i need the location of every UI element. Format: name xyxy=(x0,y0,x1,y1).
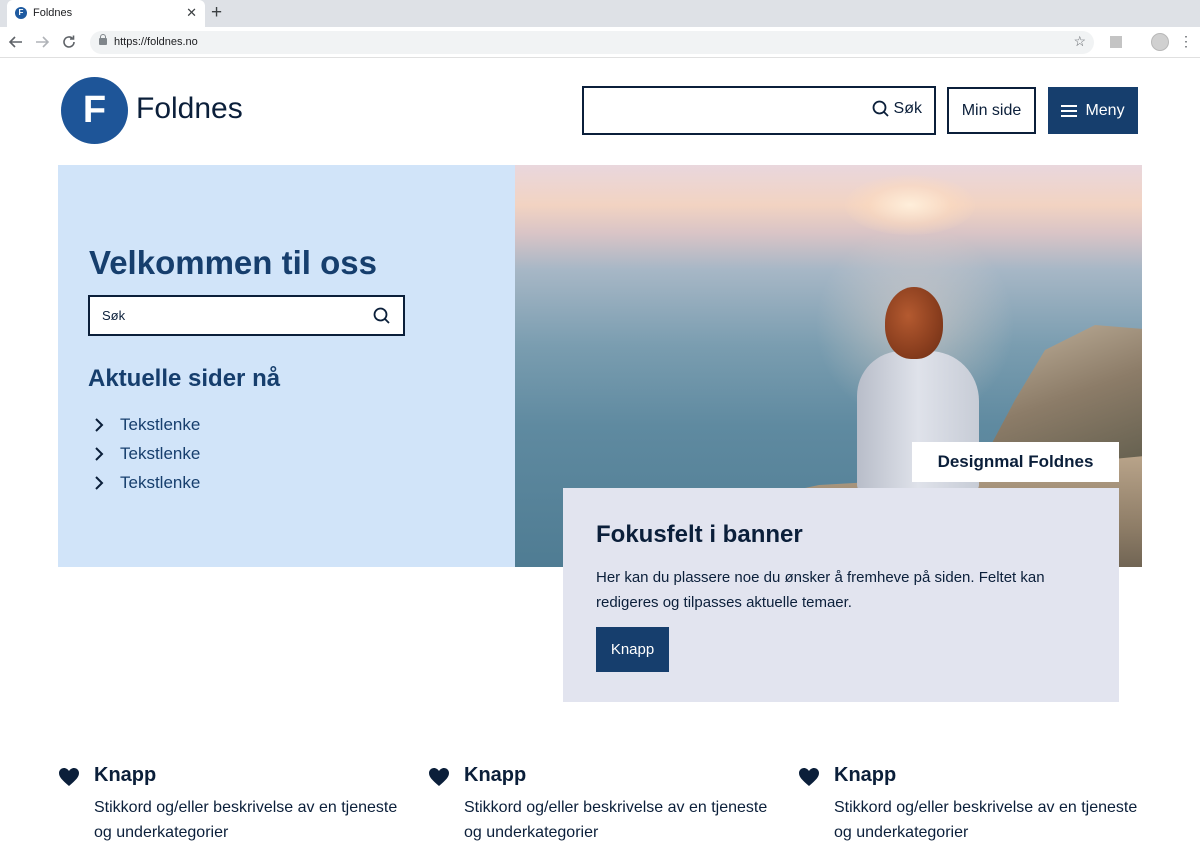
hamburger-icon xyxy=(1061,104,1078,117)
heart-icon xyxy=(799,768,819,786)
hero-search-input[interactable]: Søk xyxy=(88,295,405,336)
lock-icon xyxy=(99,34,107,45)
min-side-button[interactable]: Min side xyxy=(947,87,1036,134)
focus-text: Her kan du plassere noe du ønsker å frem… xyxy=(596,569,1045,611)
new-tab-button[interactable]: + xyxy=(211,2,222,24)
focus-title: Fokusfelt i banner xyxy=(596,521,803,548)
close-tab-icon[interactable]: ✕ xyxy=(186,5,197,21)
header-search-button[interactable]: Søk xyxy=(872,100,922,118)
logo-text[interactable]: Foldnes xyxy=(136,92,243,126)
reload-icon[interactable] xyxy=(59,32,79,52)
text-link[interactable]: Tekstlenke xyxy=(94,439,200,468)
menu-button[interactable]: Meny xyxy=(1048,87,1138,134)
menu-label: Meny xyxy=(1085,101,1125,119)
bookmark-star-icon[interactable]: ☆ xyxy=(1073,33,1086,50)
card-description: Stikkord og/eller beskrivelse av en tjen… xyxy=(94,799,398,841)
profile-avatar[interactable] xyxy=(1151,33,1169,51)
chevron-right-icon xyxy=(95,475,104,490)
chevron-right-icon xyxy=(95,446,104,461)
address-bar[interactable]: https://foldnes.no ☆ xyxy=(90,31,1094,54)
forward-arrow-icon[interactable] xyxy=(32,32,52,52)
browser-menu-icon[interactable]: ⋮ xyxy=(1179,31,1193,51)
focus-box: Fokusfelt i banner Her kan du plassere n… xyxy=(563,488,1119,702)
focus-button[interactable]: Knapp xyxy=(596,627,669,672)
back-arrow-icon[interactable] xyxy=(6,32,26,52)
tab-title: Foldnes xyxy=(33,7,73,19)
card-title[interactable]: Knapp xyxy=(834,764,896,787)
browser-tab[interactable]: F Foldnes ✕ xyxy=(7,0,205,27)
card-title[interactable]: Knapp xyxy=(464,764,526,787)
url-text: https://foldnes.no xyxy=(114,36,198,48)
hero-title: Velkommen til oss xyxy=(89,244,377,281)
heart-icon xyxy=(429,768,449,786)
browser-tabstrip: F Foldnes ✕ + xyxy=(0,0,1200,27)
card-description: Stikkord og/eller beskrivelse av en tjen… xyxy=(464,799,768,841)
card-title[interactable]: Knapp xyxy=(94,764,156,787)
text-link[interactable]: Tekstlenke xyxy=(94,468,200,497)
text-link-label: Tekstlenke xyxy=(120,472,201,492)
text-link[interactable]: Tekstlenke xyxy=(94,410,200,439)
text-link-label: Tekstlenke xyxy=(120,443,201,463)
text-link-label: Tekstlenke xyxy=(120,414,201,434)
chevron-right-icon xyxy=(95,417,104,432)
browser-toolbar: https://foldnes.no ☆ ⋮ xyxy=(0,27,1200,58)
favicon-icon: F xyxy=(15,7,27,19)
hero-panel: Velkommen til oss Søk Aktuelle sider nå … xyxy=(58,165,515,567)
image-caption-badge: Designmal Foldnes xyxy=(912,442,1119,482)
hero-search-placeholder: Søk xyxy=(102,308,126,323)
logo-mark[interactable]: F xyxy=(61,77,128,144)
search-icon[interactable] xyxy=(373,307,391,325)
header-search-label: Søk xyxy=(893,100,922,117)
extension-icon[interactable] xyxy=(1110,36,1122,48)
heart-icon xyxy=(59,768,79,786)
current-pages-heading: Aktuelle sider nå xyxy=(88,365,281,392)
current-pages-list: Tekstlenke Tekstlenke Tekstlenke xyxy=(94,410,200,497)
header-search-input[interactable]: Søk xyxy=(582,86,936,135)
search-icon xyxy=(872,100,889,117)
card-description: Stikkord og/eller beskrivelse av en tjen… xyxy=(834,799,1138,841)
